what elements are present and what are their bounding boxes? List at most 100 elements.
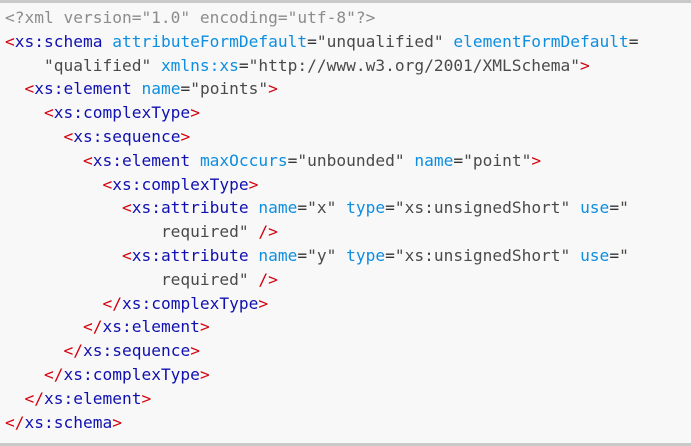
attribute-name: name [414,150,454,170]
tag-name: xs:attribute [131,198,249,218]
code-line: <xs:sequence> [5,125,691,149]
tag-bracket: < [82,150,93,170]
tag-name: xs:element [44,388,142,408]
tag-name: xs:complexType [121,293,259,313]
code-line: </xs:sequence> [5,339,691,363]
attribute-name: type [346,245,386,265]
tag-bracket: > [248,174,259,194]
equals-sign: = [238,55,249,75]
attribute-value: "points" [190,79,269,99]
attribute-name: elementFormDefault [453,31,629,51]
code-line: "qualified" xmlns:xs="http://www.w3.org/… [5,54,691,78]
tag-bracket: > [190,341,200,361]
code-line: required" /> [5,268,691,292]
attribute-name: name [258,245,298,265]
tag-bracket: < [5,31,15,51]
tag-bracket: > [190,103,200,123]
tag-name: xs:sequence [73,126,181,146]
equals-sign: = [287,150,298,170]
tag-bracket: /> [258,222,278,242]
attribute-name: use [580,198,610,218]
code-line: </xs:element> [5,387,691,411]
xml-declaration: <?xml version="1.0" encoding="utf-8"?> [5,8,376,27]
tag-name: xs:element [92,150,191,170]
tag-name: xs:complexType [112,174,249,194]
attribute-name: name [141,79,181,99]
xml-code-block: <?xml version="1.0" encoding="utf-8"?> <x… [0,3,691,434]
code-line: <xs:schema attributeFormDefault="unquali… [5,30,691,54]
equals-sign: = [385,245,395,265]
attribute-value: " [619,198,629,218]
code-viewer: <?xml version="1.0" encoding="utf-8"?> <x… [0,0,691,446]
tag-name: xs:schema [14,31,103,51]
equals-sign: = [297,245,308,265]
attribute-value: "unbounded" [297,150,405,170]
attribute-value: required" [160,222,249,242]
tag-bracket: </ [63,341,83,361]
attribute-value: "xs:unsignedShort" [394,245,571,265]
equals-sign: = [180,79,191,99]
code-line: <xs:complexType> [5,101,691,125]
code-line: <xs:attribute name="x" type="xs:unsigned… [5,196,691,220]
code-line: </xs:complexType> [5,292,691,316]
tag-bracket: < [63,126,74,146]
tag-bracket: </ [5,412,25,432]
tag-bracket: > [531,150,542,170]
tag-bracket: </ [102,293,122,313]
equals-sign: = [609,245,620,265]
tag-bracket: > [112,412,122,432]
attribute-name: attributeFormDefault [112,31,308,51]
tag-name: xs:sequence [82,341,191,361]
tag-name: xs:complexType [53,103,191,123]
tag-bracket: < [102,174,113,194]
attribute-value: "x" [307,198,337,218]
attribute-name: maxOccurs [199,150,288,170]
tag-name: xs:attribute [131,245,249,265]
tag-bracket: > [258,293,269,313]
attribute-value: "qualified" [43,55,152,75]
tag-name: xs:element [102,317,200,337]
equals-sign: = [453,150,464,170]
attribute-name: xmlns:xs [160,55,239,75]
tag-bracket: > [580,55,590,75]
equals-sign: = [307,31,317,51]
code-line: </xs:element> [5,315,691,339]
attribute-value: " [619,245,629,265]
attribute-value: "point" [463,150,532,170]
tag-bracket: /> [258,269,278,289]
code-line: <xs:element name="points"> [5,77,691,101]
attribute-name: use [580,245,610,265]
tag-bracket: </ [82,317,103,337]
code-line: <xs:element maxOccurs="unbounded" name="… [5,149,691,173]
tag-bracket: < [121,245,132,265]
tag-name: xs:element [34,79,132,99]
code-line: </xs:complexType> [5,363,691,387]
attribute-name: type [346,198,386,218]
equals-sign: = [628,31,639,51]
equals-sign: = [297,198,308,218]
tag-bracket: > [141,388,152,408]
attribute-name: name [258,198,298,218]
attribute-value: required" [160,269,249,289]
tag-bracket: </ [24,388,45,408]
code-line: <xs:attribute name="y" type="xs:unsigned… [5,244,691,268]
tag-bracket: < [43,103,54,123]
attribute-value: "unqualified" [316,31,444,51]
